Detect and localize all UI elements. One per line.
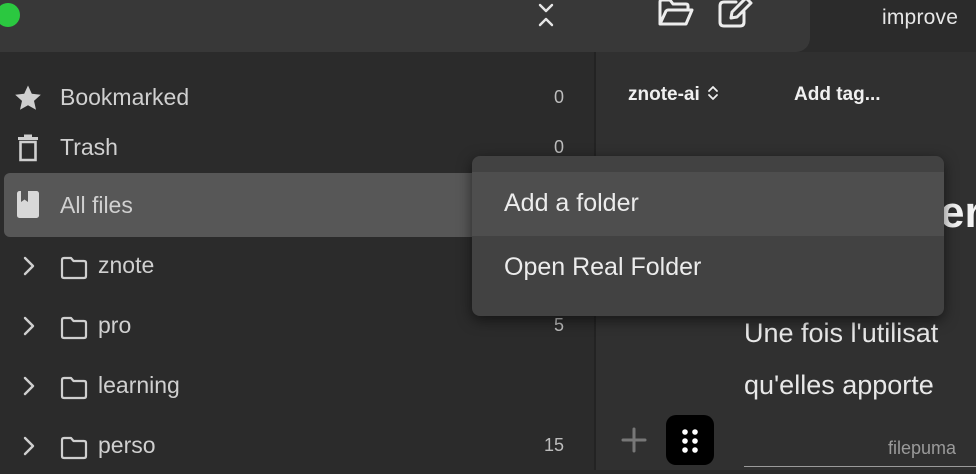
chevron-right-icon[interactable]	[20, 434, 38, 458]
folder-label: perso	[98, 432, 156, 458]
document-title: improve	[882, 6, 959, 29]
folder-icon	[60, 316, 88, 340]
paragraph-line[interactable]: Une fois l'utilisat	[744, 318, 938, 349]
window-maximize-button[interactable]	[0, 3, 20, 27]
item-count: 15	[543, 435, 564, 455]
drag-handle[interactable]	[666, 415, 714, 465]
sidebar-item-bookmarked[interactable]: Bookmarked 0	[4, 68, 588, 124]
context-menu: Add a folder Open Real Folder	[472, 156, 944, 316]
item-count: 0	[553, 137, 564, 157]
folder-item-perso[interactable]: perso 15	[0, 418, 590, 474]
folder-label: pro	[98, 312, 132, 338]
drag-dots-icon	[682, 429, 698, 453]
workspace-name: znote-ai	[628, 84, 700, 105]
add-tag-button[interactable]: Add tag...	[794, 84, 881, 106]
menu-item-label: Open Real Folder	[504, 253, 702, 281]
folder-icon	[60, 256, 88, 280]
menu-item-label: Add a folder	[504, 189, 639, 217]
folder-open-icon[interactable]	[656, 0, 696, 28]
folder-label: znote	[98, 252, 155, 278]
folder-icon	[60, 436, 88, 460]
workspace-selector[interactable]: znote-ai	[628, 84, 720, 106]
menu-item-open-real-folder[interactable]: Open Real Folder	[472, 236, 944, 300]
folder-label: learning	[98, 372, 180, 398]
trash-icon	[18, 134, 38, 162]
chevron-right-icon[interactable]	[20, 374, 38, 398]
collapse-icon[interactable]	[536, 2, 556, 28]
menu-item-add-folder[interactable]: Add a folder	[472, 172, 944, 236]
document-heading[interactable]: er	[940, 188, 976, 238]
folder-item-learning[interactable]: learning	[0, 358, 590, 414]
chevron-up-down-icon	[707, 86, 718, 100]
item-count: 5	[553, 315, 564, 335]
sidebar-item-label: Trash	[60, 134, 118, 160]
title-bar: improve	[0, 0, 958, 52]
folder-icon	[60, 376, 88, 400]
image-border	[744, 466, 976, 467]
image-caption: filepuma	[888, 438, 957, 458]
sidebar-item-label: Bookmarked	[60, 84, 190, 110]
chevron-right-icon[interactable]	[20, 314, 38, 338]
paragraph-line[interactable]: qu'elles apporte	[744, 370, 934, 401]
star-icon	[15, 85, 41, 110]
compose-icon[interactable]	[716, 0, 756, 28]
book-icon	[17, 191, 39, 218]
chevron-right-icon[interactable]	[20, 254, 38, 278]
item-count: 0	[553, 87, 564, 107]
add-block-icon[interactable]	[618, 424, 650, 456]
sidebar-item-label: All files	[60, 192, 133, 218]
